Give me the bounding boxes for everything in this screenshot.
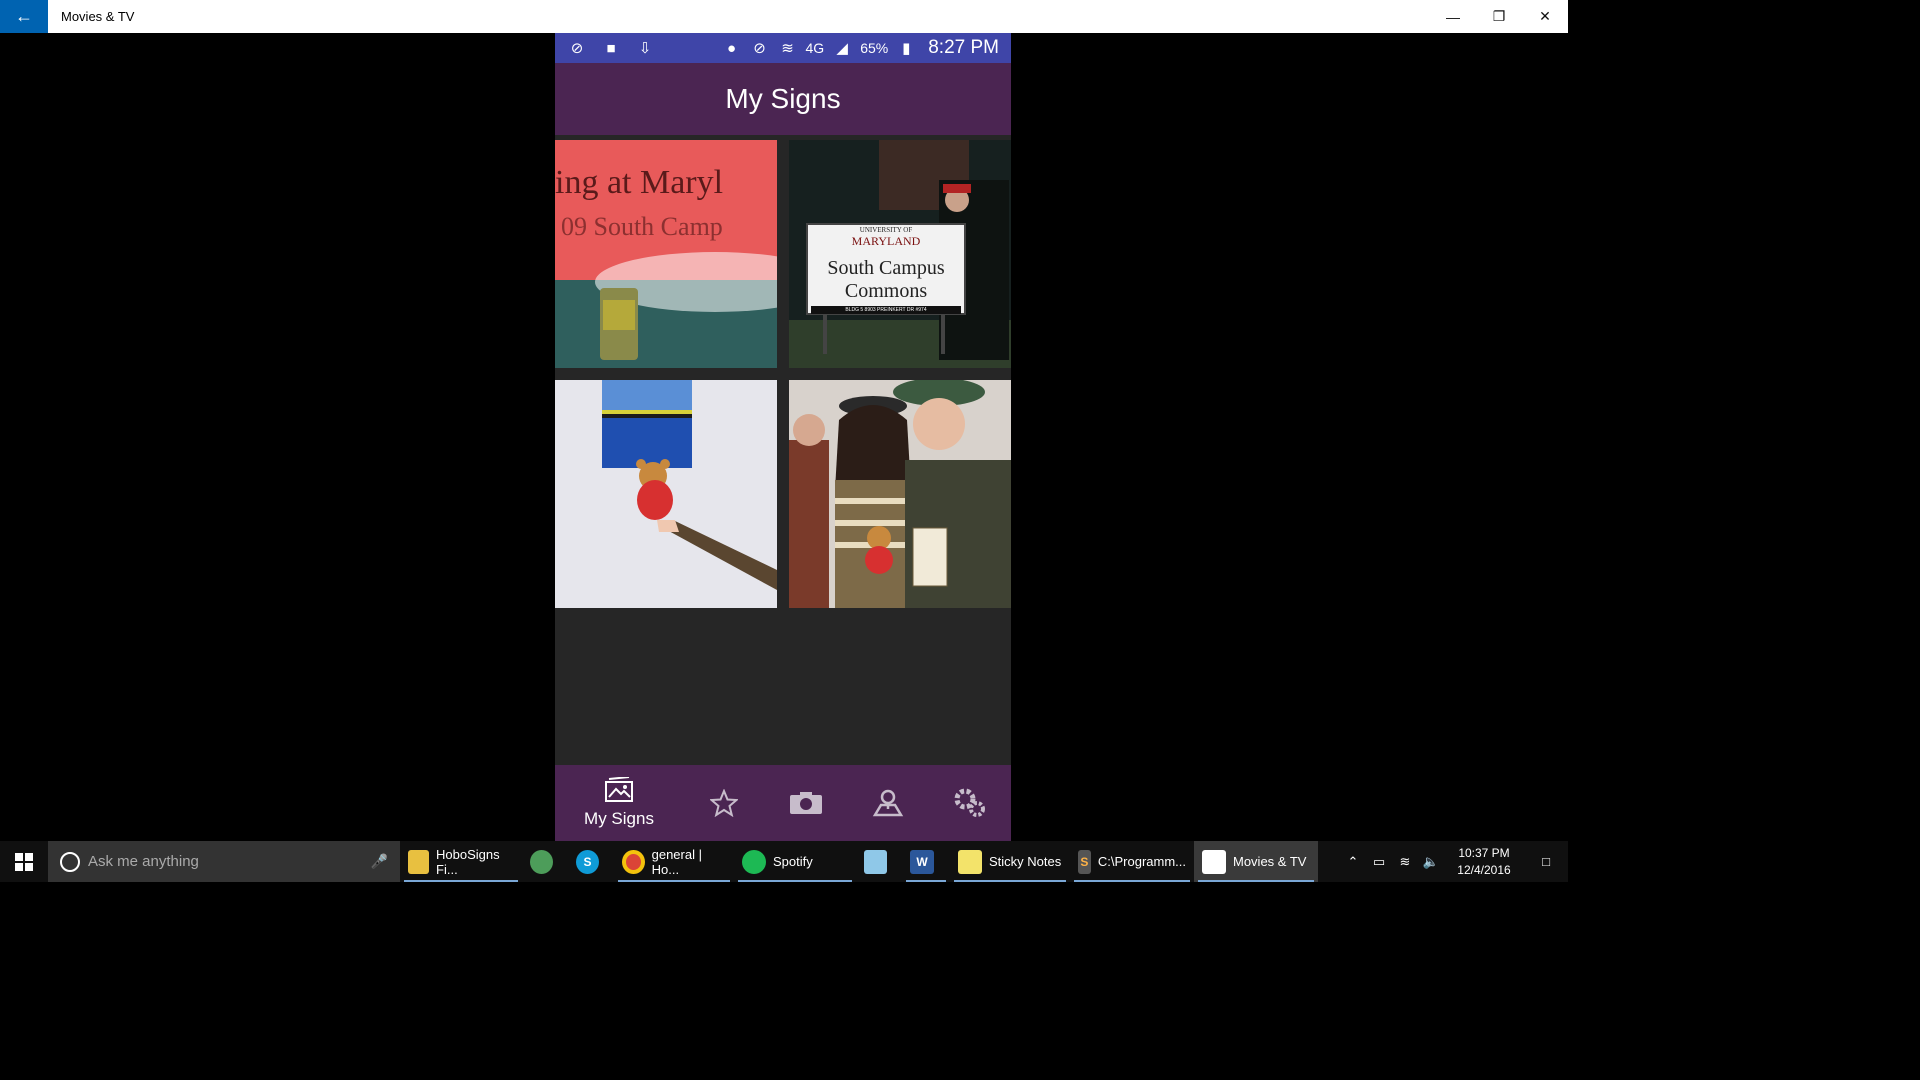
taskbar-sticky-notes[interactable]: Sticky Notes	[950, 841, 1070, 882]
photo-text-line1: ing at Maryl	[555, 164, 724, 201]
app-icon	[864, 849, 887, 874]
nav-favorites[interactable]	[683, 765, 765, 841]
photo-tile[interactable]: ing at Maryl 09 South Camp	[555, 140, 777, 368]
chevron-up-icon[interactable]: ⌃	[1340, 841, 1366, 882]
back-arrow-icon: ←	[15, 6, 33, 26]
title-bar: ← Movies & TV — ❐ ✕	[0, 0, 1568, 33]
sign-address: BLDG 5 8903 PREINKERT DR #974	[811, 306, 961, 314]
taskbar-app-eye[interactable]	[522, 841, 568, 882]
eye-app-icon	[530, 849, 553, 874]
nav-my-signs[interactable]: My Signs	[555, 765, 683, 841]
microphone-icon[interactable]: 🎤	[371, 853, 388, 870]
cortana-search-box[interactable]: Ask me anything 🎤	[48, 841, 400, 882]
photo-tile[interactable]	[555, 380, 777, 608]
taskbar-chrome[interactable]: general | Ho...	[614, 841, 734, 882]
minimize-button[interactable]: —	[1430, 0, 1476, 33]
block-icon: ⊘	[570, 40, 584, 57]
start-button[interactable]	[0, 841, 48, 882]
map-pin-icon	[872, 789, 904, 817]
gallery-icon	[605, 777, 633, 802]
sign-line-1: South Campus	[827, 257, 945, 279]
clock-date: 12/4/2016	[1457, 862, 1511, 877]
phone-screen: ⊘ ■ ⇩ ● ⊘ ≋ 4G ◢ 65% ▮ 8:27 PM My Signs …	[555, 33, 1011, 841]
signal-icon: ◢	[836, 40, 848, 57]
nav-my-signs-label: My Signs	[584, 809, 654, 828]
wifi-icon: ≋	[781, 40, 794, 57]
system-tray: ⌃ ▭ ≋ 🔈 10:37 PM 12/4/2016 □	[1340, 841, 1568, 882]
taskbar: Ask me anything 🎤 HoboSigns Fi... S gene…	[0, 841, 1568, 882]
download-icon: ⇩	[638, 40, 652, 57]
location-icon: ●	[726, 39, 737, 57]
volume-icon[interactable]: 🔈	[1418, 841, 1444, 882]
taskbar-command-prompt[interactable]: S C:\Programm...	[1070, 841, 1194, 882]
nav-map[interactable]	[847, 765, 929, 841]
clapperboard-icon	[1202, 849, 1226, 874]
battery-percent: 65%	[860, 40, 889, 56]
photo-tile[interactable]: UNIVERSITY OF MARYLAND South Campus Comm…	[789, 140, 1011, 368]
close-button[interactable]: ✕	[1522, 0, 1568, 33]
taskbar-file-explorer-label: HoboSigns Fi...	[436, 846, 500, 877]
sign-university-label: UNIVERSITY OF	[859, 226, 913, 234]
skype-icon: S	[576, 849, 599, 874]
windows-logo-icon	[15, 852, 33, 871]
taskbar-spotify-label: Spotify	[773, 854, 813, 869]
taskbar-movies-tv[interactable]: Movies & TV	[1194, 841, 1318, 882]
taskbar-file-explorer[interactable]: HoboSigns Fi...	[400, 841, 522, 882]
taskbar-app-blue[interactable]	[856, 841, 902, 882]
back-button[interactable]: ←	[0, 0, 48, 33]
sticky-notes-icon	[958, 849, 982, 874]
terminal-icon: S	[1078, 849, 1091, 874]
taskbar-movies-tv-label: Movies & TV	[1233, 854, 1307, 869]
cortana-icon	[60, 851, 80, 872]
word-icon: W	[910, 849, 934, 874]
photo-bear-painting	[555, 380, 777, 608]
phone-status-bar: ⊘ ■ ⇩ ● ⊘ ≋ 4G ◢ 65% ▮ 8:27 PM	[555, 33, 1011, 63]
taskbar-sticky-notes-label: Sticky Notes	[989, 854, 1062, 869]
mute-icon: ⊘	[753, 40, 766, 57]
phone-time: 8:27 PM	[928, 37, 999, 58]
chrome-icon	[622, 849, 645, 874]
settings-icon	[954, 788, 985, 817]
window-title: Movies & TV	[61, 9, 135, 24]
taskbar-word[interactable]: W	[902, 841, 950, 882]
taskbar-spotify[interactable]: Spotify	[734, 841, 856, 882]
sign-line-2: Commons	[844, 280, 928, 302]
photo-tile[interactable]	[789, 380, 1011, 608]
app-title: My Signs	[555, 63, 1011, 135]
video-camera-icon: ■	[606, 39, 616, 57]
bottom-navigation: My Signs	[555, 765, 1011, 841]
battery-icon: ▮	[902, 40, 911, 57]
folder-icon	[408, 849, 430, 874]
star-icon	[710, 789, 738, 817]
taskbar-clock[interactable]: 10:37 PM 12/4/2016	[1444, 845, 1524, 879]
network-type: 4G	[805, 40, 825, 56]
nav-camera[interactable]	[765, 765, 847, 841]
battery-icon[interactable]: ▭	[1366, 841, 1392, 882]
nav-settings[interactable]	[929, 765, 1011, 841]
photo-group-selfie	[789, 380, 1011, 608]
spotify-icon	[742, 849, 766, 874]
wifi-icon[interactable]: ≋	[1392, 841, 1418, 882]
sign-brand: MARYLAND	[851, 234, 921, 248]
photo-text-line2: 09 South Camp	[561, 212, 723, 241]
clock-time: 10:37 PM	[1458, 845, 1510, 860]
taskbar-skype[interactable]: S	[568, 841, 614, 882]
notifications-icon[interactable]: □	[1524, 841, 1568, 882]
camera-icon	[790, 792, 822, 814]
taskbar-chrome-label: general | Ho...	[651, 846, 702, 877]
search-placeholder: Ask me anything	[88, 853, 199, 870]
taskbar-command-prompt-label: C:\Programm...	[1097, 854, 1186, 869]
restore-button[interactable]: ❐	[1476, 0, 1522, 33]
